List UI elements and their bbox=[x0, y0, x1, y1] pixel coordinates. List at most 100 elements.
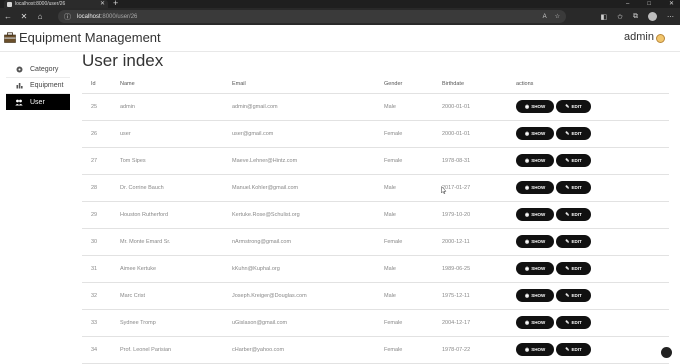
cell-id: 26 bbox=[82, 120, 120, 147]
column-header-id: Id bbox=[82, 75, 120, 93]
page-title: User index bbox=[82, 51, 163, 71]
address-actions: A ☆ bbox=[543, 10, 560, 23]
edit-button[interactable]: ✎EDIT bbox=[556, 289, 591, 302]
edit-button[interactable]: ✎EDIT bbox=[556, 100, 591, 113]
edit-icon: ✎ bbox=[565, 131, 569, 137]
cell-gender: Male bbox=[384, 282, 442, 309]
browser-tab[interactable]: localhost:8000/user/26 ✕ bbox=[4, 0, 108, 8]
table-row: 31Aimee KertukekKuhn@Kuphal.orgMale1989-… bbox=[82, 255, 669, 282]
users-table: Id Name Email Gender Birthdate actions 2… bbox=[82, 75, 669, 364]
show-button[interactable]: ◉SHOW bbox=[516, 262, 554, 275]
extensions-icon[interactable]: ◧ bbox=[601, 13, 608, 21]
minimize-button[interactable]: – bbox=[626, 0, 629, 8]
eye-icon: ◉ bbox=[525, 266, 529, 272]
cell-name: Mr. Monte Emard Sr. bbox=[120, 228, 232, 255]
cell-birthdate: 2000-01-01 bbox=[442, 93, 516, 120]
address-bar[interactable]: ⓘ localhost :8000/user/26 A ☆ bbox=[58, 10, 566, 23]
cell-gender: Female bbox=[384, 228, 442, 255]
maximize-button[interactable]: □ bbox=[647, 0, 651, 8]
edit-button[interactable]: ✎EDIT bbox=[556, 154, 591, 167]
show-button[interactable]: ◉SHOW bbox=[516, 289, 554, 302]
show-button[interactable]: ◉SHOW bbox=[516, 100, 554, 113]
edit-icon: ✎ bbox=[565, 266, 569, 272]
edit-label: EDIT bbox=[571, 293, 581, 298]
edit-icon: ✎ bbox=[565, 104, 569, 110]
cell-birthdate: 2000-12-11 bbox=[442, 228, 516, 255]
show-label: SHOW bbox=[531, 347, 545, 352]
window-controls: – □ ✕ bbox=[626, 0, 674, 8]
eye-icon: ◉ bbox=[525, 104, 529, 110]
edit-button[interactable]: ✎EDIT bbox=[556, 208, 591, 221]
user-avatar[interactable] bbox=[656, 34, 665, 43]
user-menu-name[interactable]: admin bbox=[624, 31, 654, 43]
tag-icon bbox=[15, 66, 23, 74]
edit-icon: ✎ bbox=[565, 158, 569, 164]
show-button[interactable]: ◉SHOW bbox=[516, 181, 554, 194]
edit-button[interactable]: ✎EDIT bbox=[556, 181, 591, 194]
table-row: 34Prof. Leonel ParisiancHarber@yahoo.com… bbox=[82, 336, 669, 363]
eye-icon: ◉ bbox=[525, 293, 529, 299]
close-window-button[interactable]: ✕ bbox=[669, 0, 674, 8]
cell-gender: Female bbox=[384, 147, 442, 174]
cell-name: user bbox=[120, 120, 232, 147]
settings-fab-icon[interactable] bbox=[661, 347, 672, 358]
sidebar-item-label: User bbox=[30, 99, 45, 106]
cell-birthdate: 1978-08-31 bbox=[442, 147, 516, 174]
table-row: 26useruser@gmail.comFemale2000-01-01◉SHO… bbox=[82, 120, 669, 147]
sidebar-item-equipment[interactable]: Equipment bbox=[6, 78, 70, 94]
show-button[interactable]: ◉SHOW bbox=[516, 208, 554, 221]
table-row: 30Mr. Monte Emard Sr.nArmstrong@gmail.co… bbox=[82, 228, 669, 255]
cell-actions: ◉SHOW✎EDIT bbox=[516, 201, 669, 228]
cell-id: 28 bbox=[82, 174, 120, 201]
toolbar-actions: ◧ ✩ ⧉ ⋯ bbox=[601, 8, 675, 25]
eye-icon: ◉ bbox=[525, 320, 529, 326]
stop-icon[interactable]: ✕ bbox=[16, 12, 32, 21]
show-button[interactable]: ◉SHOW bbox=[516, 235, 554, 248]
more-icon[interactable]: ⋯ bbox=[667, 13, 674, 21]
tab-favicon-icon bbox=[7, 2, 12, 7]
cell-id: 34 bbox=[82, 336, 120, 363]
sidebar-item-category[interactable]: Category bbox=[6, 62, 70, 78]
show-button[interactable]: ◉SHOW bbox=[516, 343, 554, 356]
cell-name: admin bbox=[120, 93, 232, 120]
cell-email: admin@gmail.com bbox=[232, 93, 384, 120]
collections-icon[interactable]: ⧉ bbox=[633, 13, 638, 21]
edit-button[interactable]: ✎EDIT bbox=[556, 343, 591, 356]
site-info-icon[interactable]: ⓘ bbox=[64, 12, 71, 22]
cell-id: 33 bbox=[82, 309, 120, 336]
edit-button[interactable]: ✎EDIT bbox=[556, 262, 591, 275]
cell-actions: ◉SHOW✎EDIT bbox=[516, 309, 669, 336]
show-button[interactable]: ◉SHOW bbox=[516, 127, 554, 140]
edit-label: EDIT bbox=[571, 320, 581, 325]
cell-id: 29 bbox=[82, 201, 120, 228]
column-header-birthdate: Birthdate bbox=[442, 75, 516, 93]
edit-button[interactable]: ✎EDIT bbox=[556, 235, 591, 248]
favorite-icon[interactable]: ☆ bbox=[555, 13, 560, 20]
column-header-actions: actions bbox=[516, 75, 669, 93]
edit-button[interactable]: ✎EDIT bbox=[556, 316, 591, 329]
new-tab-icon[interactable]: + bbox=[113, 0, 118, 8]
cell-actions: ◉SHOW✎EDIT bbox=[516, 174, 669, 201]
cell-actions: ◉SHOW✎EDIT bbox=[516, 120, 669, 147]
cell-actions: ◉SHOW✎EDIT bbox=[516, 228, 669, 255]
column-header-name: Name bbox=[120, 75, 232, 93]
sidebar-item-user[interactable]: User bbox=[6, 94, 70, 110]
show-button[interactable]: ◉SHOW bbox=[516, 154, 554, 167]
column-header-email: Email bbox=[232, 75, 384, 93]
edit-button[interactable]: ✎EDIT bbox=[556, 127, 591, 140]
show-button[interactable]: ◉SHOW bbox=[516, 316, 554, 329]
cell-email: kKuhn@Kuphal.org bbox=[232, 255, 384, 282]
cell-gender: Female bbox=[384, 120, 442, 147]
table-row: 25adminadmin@gmail.comMale2000-01-01◉SHO… bbox=[82, 93, 669, 120]
app-title[interactable]: Equipment Management bbox=[19, 30, 161, 45]
cell-actions: ◉SHOW✎EDIT bbox=[516, 147, 669, 174]
cell-birthdate: 2004-12-17 bbox=[442, 309, 516, 336]
back-icon[interactable]: ← bbox=[0, 12, 16, 21]
favorites-icon[interactable]: ✩ bbox=[617, 13, 623, 21]
read-aloud-icon[interactable]: A bbox=[543, 14, 547, 20]
table-row: 28Dr. Corrine BauchManuel.Kohler@gmail.c… bbox=[82, 174, 669, 201]
home-icon[interactable]: ⌂ bbox=[32, 12, 48, 21]
cell-birthdate: 2000-01-01 bbox=[442, 120, 516, 147]
tab-close-icon[interactable]: ✕ bbox=[100, 1, 105, 7]
profile-icon[interactable] bbox=[648, 12, 657, 21]
